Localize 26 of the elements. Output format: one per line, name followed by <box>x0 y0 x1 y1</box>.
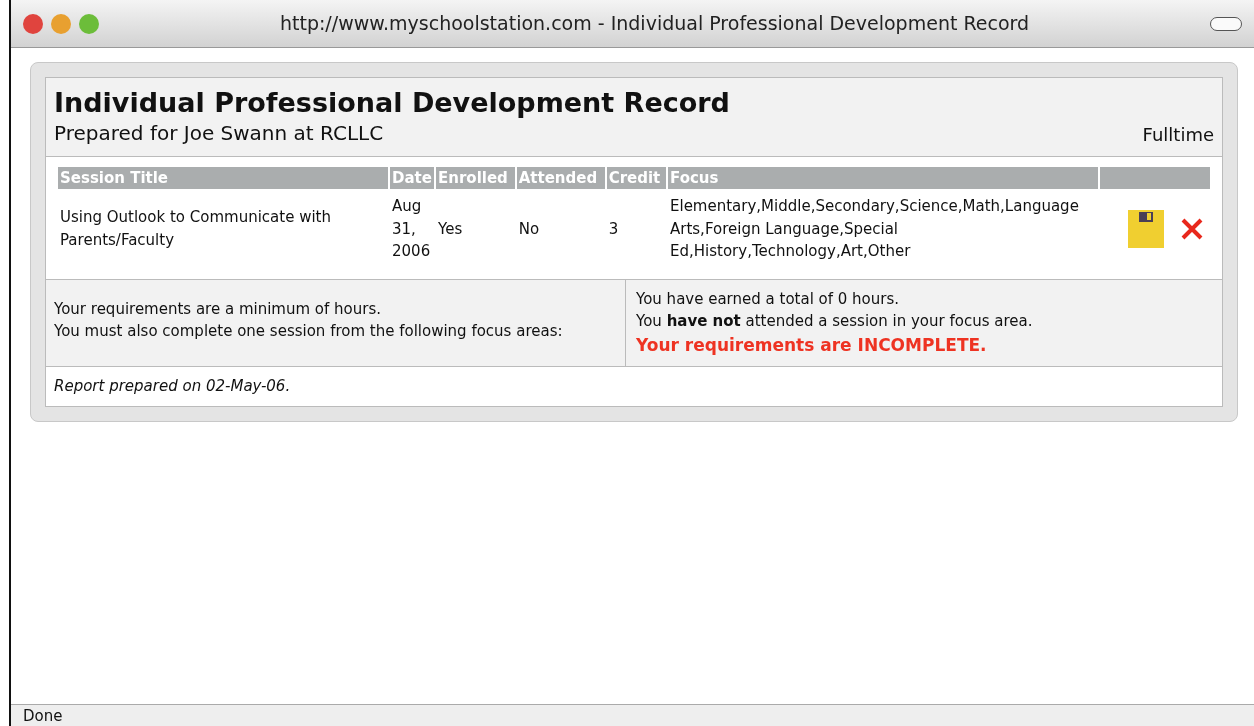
table-cell: Yes <box>438 219 463 238</box>
column-header: Enrolled <box>436 166 515 190</box>
column-header: Focus <box>668 166 1098 190</box>
record-title: Individual Professional Development Record <box>54 88 731 118</box>
record-subtitle: Prepared for Joe Swann at RCLLC <box>54 119 385 147</box>
toolbar-toggle-button[interactable] <box>1210 16 1242 31</box>
column-header: Credit <box>606 166 666 190</box>
table-cell: Using Outlook to Communicate with Parents/Faculty <box>60 208 331 249</box>
employment-status: Fulltime <box>1142 122 1214 147</box>
table-cell: Elementary,Middle,Secondary,Science,Math,Language Arts,Foreign Language,Special Ed,History,Technology,Art,Other <box>670 197 1079 261</box>
column-header: Date <box>390 166 434 190</box>
status-text: Done <box>23 707 63 725</box>
progress-text: You have not attended a session in your focus area. <box>636 311 1034 333</box>
table-cell: Aug 31, 2006 <box>392 197 431 261</box>
progress-text: You have earned a total of 0 hours. <box>636 288 901 310</box>
close-button[interactable] <box>23 13 43 34</box>
table-cell: No <box>518 219 540 238</box>
report-date-note: Report prepared on 02-May-06. <box>54 377 291 396</box>
table-cell: 3 <box>608 219 619 238</box>
window-title: http://www.myschoolstation.com - Individual Professional Development Record <box>278 11 1031 37</box>
column-header: Attended <box>516 166 605 190</box>
requirement-text: You must also complete one session from the following focus areas: <box>54 321 564 343</box>
requirement-text: Your requirements are a minimum of hours. <box>54 298 383 320</box>
delete-icon[interactable] <box>1180 216 1204 241</box>
column-header: Session Title <box>58 166 388 190</box>
requirements-verdict: Your requirements are INCOMPLETE. <box>636 333 988 357</box>
